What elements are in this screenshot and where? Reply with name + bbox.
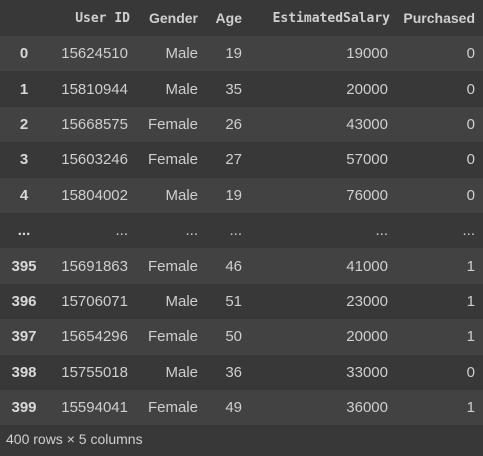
cell-purchased: 1 bbox=[466, 292, 475, 310]
cell-gender: Male bbox=[165, 186, 198, 204]
table-row: 4 15804002 Male 19 76000 0 bbox=[0, 177, 483, 213]
cell-user-id: 15668575 bbox=[61, 115, 128, 133]
row-index: 0 bbox=[19, 45, 29, 63]
cell-gender: Female bbox=[147, 328, 198, 346]
cell-estimated-salary: 20000 bbox=[346, 80, 388, 98]
row-index: 398 bbox=[11, 363, 37, 381]
cell-age: 36 bbox=[225, 363, 242, 381]
cell-age: 27 bbox=[225, 151, 242, 169]
table-row: 1 15810944 Male 35 20000 0 bbox=[0, 71, 483, 107]
cell-purchased: 0 bbox=[466, 80, 475, 98]
column-header-age: Age bbox=[215, 10, 242, 26]
row-index: 397 bbox=[11, 328, 37, 346]
cell-age: 19 bbox=[225, 186, 242, 204]
cell-gender: Male bbox=[165, 45, 198, 63]
cell-gender: Female bbox=[147, 399, 198, 417]
table-row: 3 15603246 Female 27 57000 0 bbox=[0, 142, 483, 178]
cell-age: 46 bbox=[225, 257, 242, 275]
cell-estimated-salary: 19000 bbox=[346, 45, 388, 63]
row-index: 2 bbox=[19, 115, 29, 133]
cell-purchased: 1 bbox=[466, 399, 475, 417]
cell-estimated-salary: 41000 bbox=[346, 257, 388, 275]
cell-estimated-salary: 57000 bbox=[346, 151, 388, 169]
cell-estimated-salary: 33000 bbox=[346, 363, 388, 381]
cell-purchased: ... bbox=[462, 222, 475, 240]
cell-age: 49 bbox=[225, 399, 242, 417]
column-header-estimated-salary: EstimatedSalary bbox=[272, 10, 390, 26]
cell-gender: Male bbox=[165, 292, 198, 310]
cell-purchased: 1 bbox=[466, 328, 475, 346]
cell-user-id: 15755018 bbox=[61, 363, 128, 381]
cell-user-id: 15706071 bbox=[61, 292, 128, 310]
dataframe-output: User ID Gender Age EstimatedSalary Purch… bbox=[0, 0, 483, 456]
cell-estimated-salary: 43000 bbox=[346, 115, 388, 133]
cell-user-id: ... bbox=[115, 222, 128, 240]
cell-user-id: 15810944 bbox=[61, 80, 128, 98]
ellipsis-row: .................. bbox=[0, 212, 483, 249]
row-index: 4 bbox=[19, 186, 29, 204]
table-row: 395 15691863 Female 46 41000 1 bbox=[0, 248, 483, 284]
cell-purchased: 0 bbox=[466, 363, 475, 381]
index-header bbox=[0, 0, 48, 36]
row-index: 399 bbox=[11, 399, 37, 417]
cell-age: ... bbox=[229, 222, 242, 240]
cell-gender: Female bbox=[147, 257, 198, 275]
dataframe-table: User ID Gender Age EstimatedSalary Purch… bbox=[0, 0, 483, 426]
row-index: 395 bbox=[11, 257, 37, 275]
row-column-count: 400 rows × 5 columns bbox=[6, 431, 143, 447]
table-body: 0 15624510 Male 19 19000 0 1 15810944 Male 35 2000… bbox=[0, 36, 483, 426]
cell-estimated-salary: ... bbox=[375, 222, 388, 240]
header-row: User ID Gender Age EstimatedSalary Purch… bbox=[0, 0, 483, 36]
cell-user-id: 15624510 bbox=[61, 45, 128, 63]
cell-purchased: 1 bbox=[466, 257, 475, 275]
row-index: 3 bbox=[19, 151, 29, 169]
cell-purchased: 0 bbox=[466, 115, 475, 133]
column-header-user-id: User ID bbox=[75, 10, 130, 26]
cell-purchased: 0 bbox=[466, 45, 475, 63]
row-index: 396 bbox=[11, 292, 37, 310]
cell-purchased: 0 bbox=[466, 151, 475, 169]
row-index: 1 bbox=[19, 80, 29, 98]
cell-age: 26 bbox=[225, 115, 242, 133]
column-header-purchased: Purchased bbox=[403, 10, 475, 26]
table-row: 2 15668575 Female 26 43000 0 bbox=[0, 106, 483, 143]
cell-estimated-salary: 36000 bbox=[346, 399, 388, 417]
cell-age: 51 bbox=[225, 292, 242, 310]
cell-estimated-salary: 76000 bbox=[346, 186, 388, 204]
cell-estimated-salary: 23000 bbox=[346, 292, 388, 310]
cell-user-id: 15804002 bbox=[61, 186, 128, 204]
column-header-gender: Gender bbox=[148, 10, 198, 26]
cell-age: 19 bbox=[225, 45, 242, 63]
cell-user-id: 15594041 bbox=[61, 399, 128, 417]
cell-user-id: 15691863 bbox=[61, 257, 128, 275]
cell-user-id: 15654296 bbox=[61, 328, 128, 346]
cell-gender: Female bbox=[147, 115, 198, 133]
cell-gender: Male bbox=[165, 363, 198, 381]
table-row: 398 15755018 Male 36 33000 0 bbox=[0, 354, 483, 390]
cell-gender: Female bbox=[147, 151, 198, 169]
cell-estimated-salary: 20000 bbox=[346, 328, 388, 346]
table-row: 397 15654296 Female 50 20000 1 bbox=[0, 319, 483, 355]
cell-gender: Male bbox=[165, 80, 198, 98]
table-row: 0 15624510 Male 19 19000 0 bbox=[0, 36, 483, 72]
cell-age: 50 bbox=[225, 328, 242, 346]
cell-user-id: 15603246 bbox=[61, 151, 128, 169]
cell-purchased: 0 bbox=[466, 186, 475, 204]
cell-gender: ... bbox=[185, 222, 198, 240]
row-index: ... bbox=[17, 222, 31, 240]
table-row: 396 15706071 Male 51 23000 1 bbox=[0, 283, 483, 320]
cell-age: 35 bbox=[225, 80, 242, 98]
table-row: 399 15594041 Female 49 36000 1 bbox=[0, 389, 483, 426]
